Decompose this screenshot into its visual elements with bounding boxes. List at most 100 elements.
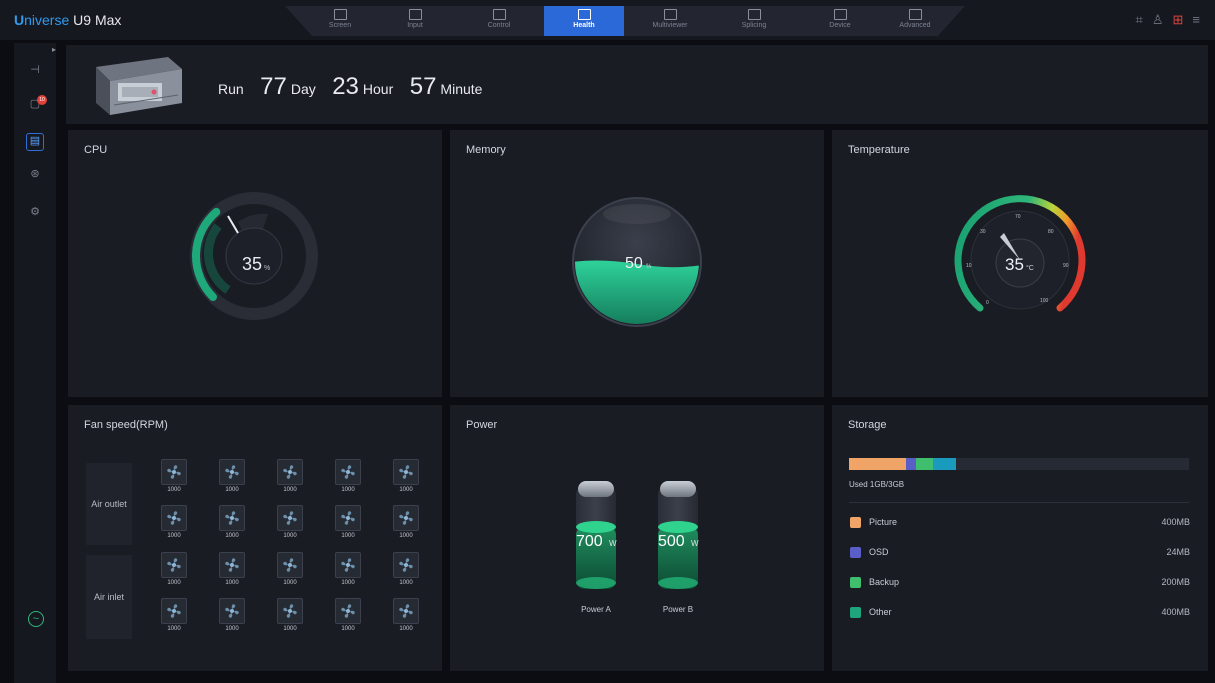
fan-icon xyxy=(393,598,419,624)
power-b-value: 500 xyxy=(658,533,685,550)
tab-label: Device xyxy=(829,22,851,29)
expand-icon[interactable]: ▸ xyxy=(52,45,56,54)
logo-brand: niverse xyxy=(24,12,70,28)
memory-unit: % xyxy=(646,264,652,270)
tab-label: Multiviewer xyxy=(652,22,688,29)
fan-rpm: 1000 xyxy=(399,626,413,632)
fan-icon xyxy=(277,505,303,531)
fan-unit: 1000 xyxy=(335,505,363,544)
tab-control[interactable]: Control xyxy=(459,6,539,36)
network-icon[interactable]: ⊛ xyxy=(28,167,42,181)
legend-name: Picture xyxy=(869,517,898,527)
fan-icon xyxy=(393,552,419,578)
fan-rpm: 1000 xyxy=(283,626,297,632)
top-bar: Universe U9 Max Screen Input Control Hea… xyxy=(0,0,1215,40)
fan-unit: 1000 xyxy=(277,505,305,544)
fan-unit: 1000 xyxy=(277,459,305,498)
fan-rpm: 1000 xyxy=(283,487,297,493)
app-logo: Universe U9 Max xyxy=(14,12,121,28)
fan-rpm: 1000 xyxy=(167,626,181,632)
fan-icon xyxy=(393,505,419,531)
fan-unit: 1000 xyxy=(219,552,247,591)
fan-rpm: 1000 xyxy=(341,626,355,632)
tab-label: Screen xyxy=(328,22,352,29)
temp-tick-10: 10 xyxy=(966,263,972,269)
control-icon xyxy=(492,9,506,20)
tab-input[interactable]: Input xyxy=(375,6,455,36)
legend-size: 200MB xyxy=(1161,577,1190,587)
legend-picture: Picture 400MB xyxy=(850,516,1190,530)
power-panel: Power 700 W 500 W Power A Power B xyxy=(450,405,824,671)
fan-rpm: 1000 xyxy=(399,487,413,493)
cpu-needle xyxy=(227,215,239,234)
air-outlet-label: Air outlet xyxy=(86,463,132,545)
tab-splicing[interactable]: Splicing xyxy=(714,6,794,36)
tab-multiviewer[interactable]: Multiviewer xyxy=(630,6,710,36)
run-hours: 23 xyxy=(332,73,359,100)
power-a-label: Power A xyxy=(581,605,611,614)
fan-unit: 1000 xyxy=(161,552,189,591)
legend-swatch xyxy=(850,607,861,618)
fan-icon xyxy=(335,598,361,624)
tab-advanced[interactable]: Advanced xyxy=(875,6,955,36)
settings-icon[interactable]: ⚙ xyxy=(28,205,42,219)
app-model: U9 Max xyxy=(73,12,122,28)
legend-backup: Backup 200MB xyxy=(850,576,1190,590)
memory-panel: Memory 50 % xyxy=(450,130,824,397)
legend-name: Other xyxy=(869,607,892,617)
storage-title: Storage xyxy=(848,419,887,431)
tab-label: Health xyxy=(573,22,595,29)
screen-icon xyxy=(333,9,347,20)
fan-rpm: 1000 xyxy=(225,580,239,586)
fan-rpm: 1000 xyxy=(341,487,355,493)
temp-tick-30: 30 xyxy=(980,229,986,235)
storage-used-text: Used 1GB/3GB xyxy=(849,480,905,489)
fan-unit: 1000 xyxy=(219,459,247,498)
storage-bar xyxy=(849,458,1189,470)
splicing-icon xyxy=(747,9,761,20)
cpu-value: 35 xyxy=(242,254,262,274)
user-icon[interactable]: ♙ xyxy=(1152,12,1173,28)
fan-icon xyxy=(219,598,245,624)
input-icon xyxy=(408,9,422,20)
temperature-unit: °C xyxy=(1026,264,1034,272)
fan-icon xyxy=(219,552,245,578)
fan-rpm: 1000 xyxy=(399,580,413,586)
fan-icon xyxy=(393,459,419,485)
fan-icon xyxy=(335,505,361,531)
fan-rpm: 1000 xyxy=(341,533,355,539)
storage-bar-osd xyxy=(906,458,916,470)
memory-level-fill xyxy=(575,260,699,324)
fan-title: Fan speed(RPM) xyxy=(84,419,168,431)
legend-osd: OSD 24MB xyxy=(850,546,1190,560)
fan-panel: Fan speed(RPM) Air outlet Air inlet 1000… xyxy=(68,405,442,671)
monitor-icon[interactable]: ~ xyxy=(28,611,44,627)
fan-unit: 1000 xyxy=(219,598,247,637)
tab-label: Control xyxy=(487,22,511,29)
storage-divider xyxy=(849,502,1189,503)
fan-unit: 1000 xyxy=(393,505,421,544)
fan-unit: 1000 xyxy=(161,459,189,498)
fan-icon xyxy=(277,459,303,485)
fullscreen-icon[interactable]: ⌗ xyxy=(1136,12,1152,28)
temp-tick-80: 80 xyxy=(1048,229,1054,235)
fan-unit: 1000 xyxy=(393,459,421,498)
signal-icon[interactable]: ⊣ xyxy=(28,63,42,77)
health-board-icon[interactable]: ▤ xyxy=(26,133,44,151)
language-icon[interactable]: ⊞ xyxy=(1173,12,1193,28)
tab-screen[interactable]: Screen xyxy=(300,6,380,36)
storage-bar-picture xyxy=(849,458,906,470)
menu-icon[interactable]: ≡ xyxy=(1192,12,1209,27)
tab-device[interactable]: Device xyxy=(800,6,880,36)
power-a-unit: W xyxy=(609,539,617,548)
tab-health[interactable]: Health xyxy=(544,6,624,36)
legend-name: OSD xyxy=(869,547,889,557)
temp-tick-70: 70 xyxy=(1015,214,1021,220)
legend-swatch xyxy=(850,577,861,588)
fan-icon xyxy=(277,598,303,624)
fan-rpm: 1000 xyxy=(225,533,239,539)
tab-label: Input xyxy=(407,22,423,29)
minute-label: Minute xyxy=(440,81,483,97)
fan-unit: 1000 xyxy=(393,598,421,637)
fan-unit: 1000 xyxy=(277,552,305,591)
